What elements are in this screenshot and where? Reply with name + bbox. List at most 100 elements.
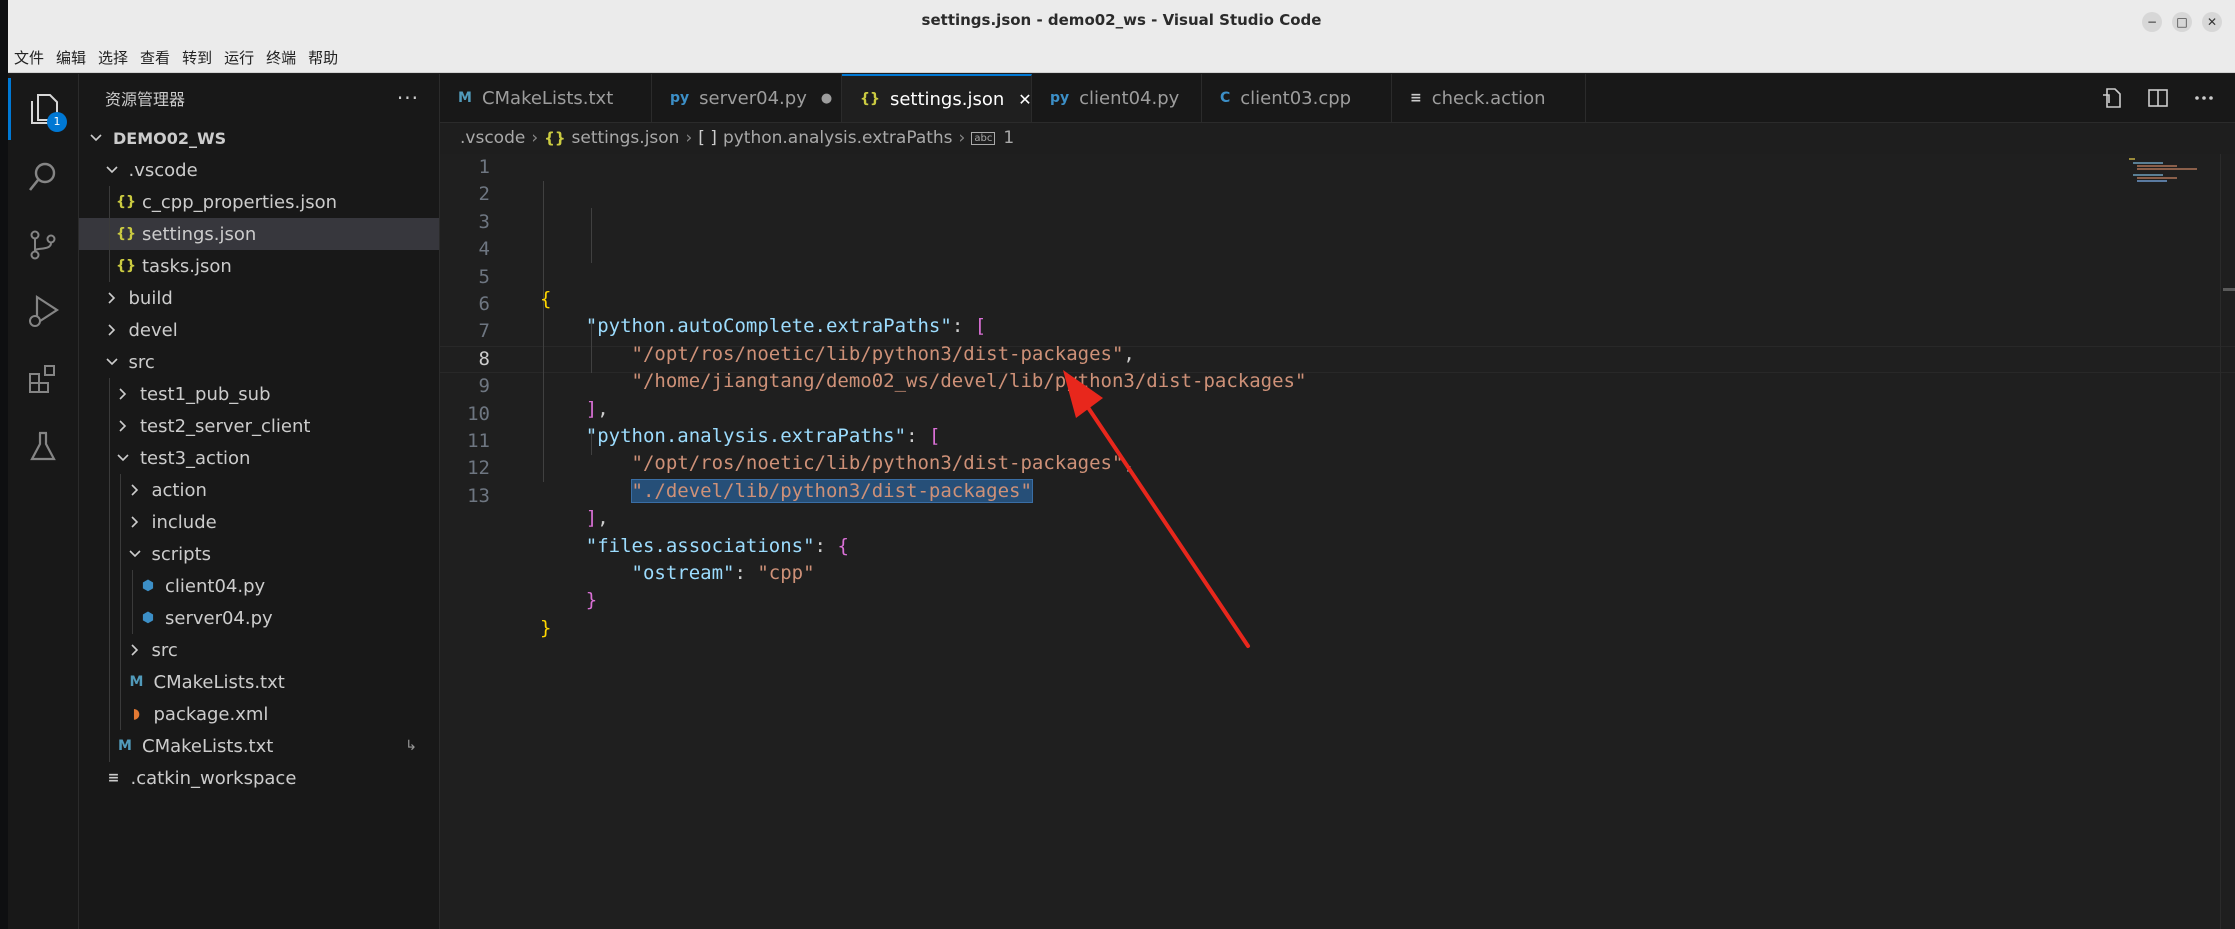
- tree-file[interactable]: {} c_cpp_properties.json: [79, 186, 439, 218]
- run-debug-button[interactable]: [8, 280, 78, 342]
- chevron-right-icon: [128, 515, 142, 529]
- tree-folder[interactable]: build: [79, 282, 439, 314]
- breadcrumb-key[interactable]: python.analysis.extraPaths: [723, 128, 953, 148]
- chevron-down-icon: [105, 163, 119, 177]
- code-line[interactable]: }: [540, 587, 2135, 614]
- code-line[interactable]: "files.associations": {: [540, 533, 2135, 560]
- tree-file[interactable]: ≡ .catkin_workspace: [79, 762, 439, 794]
- code-line[interactable]: {: [540, 286, 2135, 313]
- code-line[interactable]: "python.analysis.extraPaths": [: [540, 423, 2135, 450]
- code-line[interactable]: "/home/jiangtang/demo02_ws/devel/lib/pyt…: [540, 368, 2135, 395]
- minimize-button[interactable]: −: [2142, 12, 2162, 32]
- tree-file[interactable]: {} settings.json: [79, 218, 439, 250]
- tree-indent-guide: [120, 666, 121, 698]
- tree-folder[interactable]: include: [79, 506, 439, 538]
- menu-edit[interactable]: 编辑: [56, 47, 86, 68]
- tree-folder[interactable]: test3_action: [79, 442, 439, 474]
- explorer-button[interactable]: 1: [8, 78, 78, 140]
- testing-button[interactable]: [8, 416, 78, 478]
- more-editor-actions-icon[interactable]: [2193, 87, 2215, 109]
- breadcrumb-value[interactable]: 1: [1003, 128, 1014, 148]
- chevron-right-icon: [116, 419, 130, 433]
- code-line[interactable]: "/opt/ros/noetic/lib/python3/dist-packag…: [540, 341, 2135, 368]
- tree-file[interactable]: ⬢ client04.py: [79, 570, 439, 602]
- menu-help[interactable]: 帮助: [308, 47, 338, 68]
- tab-close-icon[interactable]: ✕: [1018, 90, 1031, 109]
- extensions-button[interactable]: [8, 348, 78, 410]
- tree-file[interactable]: ◗ package.xml: [79, 698, 439, 730]
- code-token: :: [951, 315, 975, 338]
- editor-tab[interactable]: M CMakeLists.txt: [440, 74, 652, 122]
- maximize-button[interactable]: □: [2172, 12, 2192, 32]
- tree-file[interactable]: M CMakeLists.txt: [79, 666, 439, 698]
- code-token: "python.analysis.extraPaths": [585, 424, 907, 447]
- split-editor-icon[interactable]: [2147, 87, 2169, 109]
- tree-indent-guide: [108, 186, 110, 218]
- tree-indent-guide: [108, 666, 110, 698]
- vertical-scrollbar[interactable]: [2220, 154, 2235, 929]
- tree-folder[interactable]: src: [79, 634, 439, 666]
- code-content[interactable]: { "python.autoComplete.extraPaths": [ "/…: [540, 154, 2135, 642]
- line-number: 12: [467, 457, 490, 480]
- tree-item-label: include: [151, 511, 217, 533]
- tab-file-icon: {}: [860, 91, 880, 107]
- tree-file[interactable]: {} tasks.json: [79, 250, 439, 282]
- code-token: :: [734, 561, 758, 584]
- editor-tab[interactable]: py server04.py ●: [652, 74, 842, 122]
- breadcrumb-file[interactable]: settings.json: [572, 128, 680, 148]
- code-token: "cpp": [757, 561, 815, 584]
- line-number: 1: [478, 156, 490, 178]
- tree-indent-guide: [131, 602, 133, 634]
- tree-folder[interactable]: action: [79, 474, 439, 506]
- menu-run[interactable]: 运行: [224, 47, 254, 68]
- code-line[interactable]: "python.autoComplete.extraPaths": [: [540, 313, 2135, 340]
- tree-indent-guide: [108, 218, 110, 250]
- tree-indent-guide: [120, 506, 121, 538]
- line-number: 11: [467, 429, 490, 452]
- menu-terminal[interactable]: 终端: [266, 47, 296, 68]
- line-number: 9: [478, 375, 490, 398]
- code-line[interactable]: ],: [540, 396, 2135, 423]
- tree-folder[interactable]: .vscode: [79, 154, 439, 186]
- tree-folder[interactable]: devel: [79, 314, 439, 346]
- tree-indent-guide: [108, 538, 110, 570]
- menu-file[interactable]: 文件: [14, 47, 44, 68]
- editor-tab[interactable]: Cclient03.cpp: [1202, 74, 1392, 122]
- tree-folder[interactable]: test2_server_client: [79, 410, 439, 442]
- tree-folder[interactable]: DEMO02_WS: [79, 122, 439, 154]
- title-bar: settings.json - demo02_ws - Visual Studi…: [8, 0, 2235, 44]
- code-line[interactable]: "/opt/ros/noetic/lib/python3/dist-packag…: [540, 450, 2135, 477]
- tree-folder[interactable]: src: [79, 346, 439, 378]
- tree-folder[interactable]: test1_pub_sub: [79, 378, 439, 410]
- tree-item-label: settings.json: [142, 223, 257, 245]
- unsaved-dot-icon[interactable]: ●: [821, 91, 832, 106]
- menu-view[interactable]: 查看: [140, 47, 170, 68]
- menu-selection[interactable]: 选择: [98, 47, 128, 68]
- code-editor[interactable]: 1 2 3 4 5 6 7 8 9 10 11 12 13 { "python.autoComplete…: [440, 154, 2235, 929]
- menu-go[interactable]: 转到: [182, 47, 212, 68]
- more-actions-icon[interactable]: ···: [397, 86, 419, 110]
- editor-tab[interactable]: {} settings.json ✕: [842, 74, 1032, 122]
- tree-item-label: src: [128, 351, 155, 373]
- tree-file[interactable]: M CMakeLists.txt ↳: [79, 730, 439, 762]
- search-button[interactable]: [8, 146, 78, 208]
- editor-tab[interactable]: py client04.py: [1032, 74, 1202, 122]
- code-line[interactable]: }: [540, 615, 2135, 642]
- search-icon: [28, 162, 56, 191]
- tree-file[interactable]: ⬢ server04.py: [79, 602, 439, 634]
- tree-indent-guide: [120, 602, 121, 634]
- chevron-right-icon: ›: [958, 128, 966, 148]
- source-control-button[interactable]: [8, 214, 78, 276]
- close-window-button[interactable]: ✕: [2202, 12, 2222, 32]
- code-line[interactable]: ],: [540, 505, 2135, 532]
- tree-folder[interactable]: scripts: [79, 538, 439, 570]
- open-changes-icon[interactable]: [2101, 87, 2123, 109]
- code-line[interactable]: "ostream": "cpp": [540, 560, 2135, 587]
- breadcrumb-folder[interactable]: .vscode: [460, 128, 525, 148]
- code-line[interactable]: "./devel/lib/python3/dist-packages": [540, 478, 2135, 505]
- editor-tab[interactable]: ≡ check.action: [1392, 74, 1586, 122]
- code-token: [: [928, 424, 941, 447]
- tree-item-label: scripts: [151, 543, 212, 565]
